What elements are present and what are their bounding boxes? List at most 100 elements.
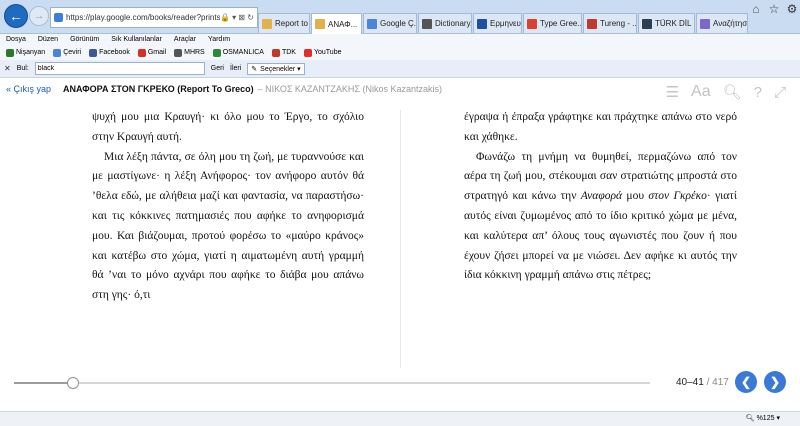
browser-tab[interactable]: Αναζήτησ... [696,13,748,33]
tab-label: Ερμηνευτι... [490,19,521,28]
italic-text: στον Γκρέκο [648,190,707,203]
zoom-control[interactable]: 🔍︎ %125 ▾ [746,414,780,423]
favorite-label: YouTube [313,49,342,56]
find-next-button[interactable]: İleri [230,65,241,72]
arrow-right-icon: → [33,10,45,22]
favorites-star-icon[interactable]: ☆ [768,2,780,16]
favorite-label: OSMANLICA [222,49,264,56]
fullscreen-icon[interactable]: ⤢ [774,84,786,101]
browser-titlebar: ← → https://play.google.com/books/reader… [0,0,800,34]
left-page: ψυχή μου μια Κραυγή· κι όλο μου το Έργο,… [92,108,364,306]
contents-list-icon[interactable]: ☰ [666,83,679,101]
find-input[interactable] [34,62,205,75]
site-favicon [54,13,63,22]
tab-label: Google Ç... [380,19,417,28]
text-run: · γιατί αυτός είναι ζυμωμένος από το ίδι… [464,190,738,282]
tab-favicon [527,18,537,29]
address-url[interactable]: https://play.google.com/books/reader?pri… [66,13,220,22]
next-page-button[interactable]: ❯ [764,371,786,393]
page-slider-track[interactable] [14,382,650,384]
browser-tab[interactable]: TÜRK DİL ... [638,13,695,33]
back-button[interactable]: ← [4,4,28,28]
window-controls: ⌂ ☆ ⚙ [750,2,798,16]
zoom-level: %125 [756,414,775,422]
browser-tab[interactable]: Dictionary... [418,13,472,33]
paragraph: ψυχή μου μια Κραυγή· κι όλο μου το Έργο,… [92,111,364,143]
tab-label: ΑΝΑΦ... [328,19,358,29]
favorite-icon [137,48,146,57]
tab-favicon [367,18,377,29]
reader-toolbar: ☰ Aa 🔍︎ ? ⤢ [666,83,786,101]
browser-tab[interactable]: Tureng - ... [583,13,637,33]
tab-label: Dictionary... [435,19,472,28]
favorite-label: TDK [281,49,296,56]
tab-label: Tureng - ... [600,19,637,28]
forward-button[interactable]: → [29,6,49,26]
browser-tab[interactable]: Ερμηνευτι... [473,13,522,33]
favorite-label: Nişanyan [16,49,46,56]
favorite-link[interactable]: Çeviri [53,48,82,57]
favorite-label: Facebook [99,49,130,56]
chevron-down-icon: ▾ [776,415,780,422]
page-counter: 40–41 / 417 [676,377,729,388]
favorite-icon [53,48,62,57]
menu-bar: Dosya Düzen Görünüm Sık Kullanılanlar Araçla… [0,34,800,45]
favorite-link[interactable]: TDK [271,48,296,57]
favorite-label: MHRS [184,49,205,56]
menu-item[interactable]: Düzen [38,36,58,43]
browser-tab[interactable]: Google Ç... [363,13,417,33]
address-bar[interactable]: https://play.google.com/books/reader?pri… [50,7,258,28]
tab-favicon [262,18,272,29]
arrow-left-icon: ← [9,8,23,24]
text-run: μου [622,190,649,203]
tab-favicon [315,19,325,29]
browser-tab[interactable]: Type Gree... [523,13,582,33]
help-icon[interactable]: ? [754,84,762,101]
browser-tab[interactable]: Report to ... [258,13,310,33]
menu-item[interactable]: Sık Kullanılanlar [111,36,162,43]
tab-label: Αναζήτησ... [713,19,748,28]
menu-item[interactable]: Yardım [208,36,230,43]
right-page: έγραψα ή έπραξα γράφτηκε και πράχτηκε απ… [464,108,737,286]
favorite-link[interactable]: Facebook [89,48,130,57]
favorite-label: Çeviri [63,49,82,56]
find-previous-button[interactable]: Geri [211,65,224,72]
tab-favicon [587,18,597,29]
tab-favicon [422,18,432,29]
find-bar: ✕ Bul: Geri İleri ✎ Seçenekler ▾ [0,60,800,78]
gear-icon[interactable]: ⚙ [786,2,798,16]
page-slider-progress [14,382,74,384]
menu-item[interactable]: Görünüm [70,36,99,43]
favorite-link[interactable]: Nişanyan [6,48,46,57]
book-author: – ΝΙΚΟΣ ΚΑΖΑΝΤΖΑΚΗΣ (Nikos Kazantzakis) [257,83,442,94]
close-tab-icon[interactable]: ✕ [357,20,361,29]
chevron-right-icon: ❯ [769,375,781,389]
previous-page-button[interactable]: ❮ [735,371,757,393]
text-settings-icon[interactable]: Aa [691,83,711,101]
favorite-link[interactable]: Gmail [137,48,166,57]
address-bar-tools[interactable]: 🔒 ▾ ⊠ ↻ [220,13,257,22]
home-icon[interactable]: ⌂ [750,2,762,16]
close-find-icon[interactable]: ✕ [4,64,11,73]
favorite-link[interactable]: OSMANLICA [212,48,264,57]
menu-item[interactable]: Araçlar [174,36,196,43]
page-total: / 417 [706,377,729,388]
find-label: Bul: [16,65,29,72]
page-slider-handle[interactable] [67,377,79,389]
exit-link[interactable]: « Çıkış yap [6,84,51,94]
tab-label: Report to ... [275,19,309,28]
favorite-icon [174,48,183,57]
page-range: 40–41 [676,377,704,388]
tab-favicon [477,18,487,29]
search-icon[interactable]: 🔍︎ [723,83,742,101]
favorite-icon [271,48,280,57]
menu-item[interactable]: Dosya [6,36,26,43]
favorite-link[interactable]: MHRS [174,48,205,57]
paragraph: Μια λέξη πάντα, σε όλη μου τη ζωή, με τυ… [92,150,364,302]
find-options-button[interactable]: ✎ Seçenekler ▾ [247,62,305,75]
tab-favicon [700,18,710,29]
favorite-link[interactable]: YouTube [303,48,342,57]
find-options-label: Seçenekler ▾ [260,65,301,73]
browser-tab[interactable]: ΑΝΑΦ...✕ [311,13,362,34]
favorite-icon [212,48,221,57]
